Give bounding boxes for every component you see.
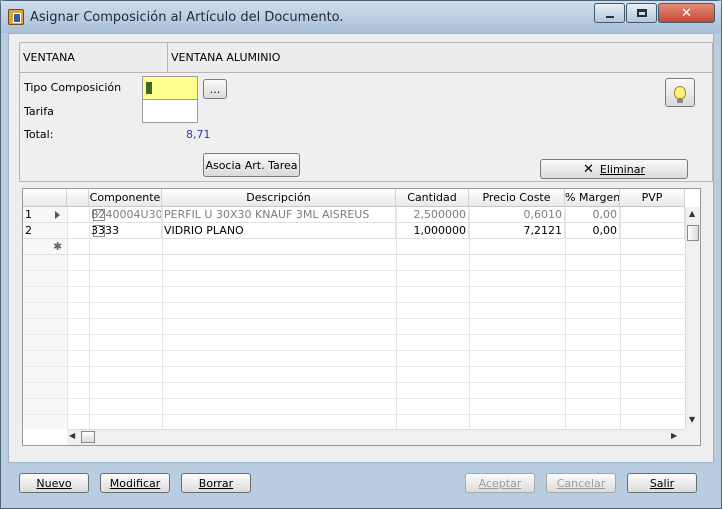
tipo-composicion-input[interactable]: [142, 76, 198, 100]
col-precio-coste[interactable]: Precio Coste: [469, 189, 565, 207]
aceptar-button[interactable]: Aceptar: [465, 473, 535, 493]
total-value: 8,71: [186, 128, 211, 141]
checkbox-header: [67, 189, 89, 207]
article-description: VENTANA ALUMINIO: [171, 51, 281, 64]
lightbulb-button[interactable]: [665, 78, 695, 107]
article-code: VENTANA: [23, 51, 75, 64]
minimize-icon: [605, 16, 614, 18]
scroll-right-icon[interactable]: ▶: [671, 431, 677, 440]
eliminar-button[interactable]: ✕ Eliminar: [540, 159, 688, 179]
tipo-composicion-browse-button[interactable]: ...: [203, 79, 227, 99]
scroll-down-icon[interactable]: ▼: [689, 415, 695, 424]
scroll-up-icon[interactable]: ▲: [689, 209, 695, 218]
text-caret: [146, 82, 152, 94]
cell-cantidad[interactable]: 2,500000: [396, 207, 469, 223]
cell-descripcion[interactable]: VIDRIO PLANO: [162, 223, 396, 239]
cell-precio-coste[interactable]: 0,6010: [469, 207, 565, 223]
scroll-left-icon[interactable]: ◀: [69, 431, 75, 440]
cell-componente[interactable]: 3333: [89, 223, 162, 239]
dialog-client-area: VENTANA VENTANA ALUMINIO Tipo Composició…: [8, 33, 714, 463]
cell-descripcion[interactable]: PERFIL U 30X30 KNAUF 3ML AISREUS: [162, 207, 396, 223]
tipo-composicion-label: Tipo Composición: [24, 81, 122, 94]
nuevo-label: Nuevo: [36, 476, 72, 490]
borrar-button[interactable]: Borrar: [181, 473, 251, 493]
composition-header-panel: VENTANA VENTANA ALUMINIO Tipo Composició…: [19, 42, 713, 182]
tarifa-input[interactable]: [142, 99, 198, 123]
title-bar[interactable]: Asignar Composición al Artículo del Docu…: [1, 1, 721, 33]
lightbulb-icon: [674, 86, 686, 103]
empty-row: [23, 255, 685, 271]
row-number-header: [23, 189, 67, 207]
empty-row: [23, 287, 685, 303]
current-row-pointer-icon: [55, 211, 60, 219]
cell-pvp[interactable]: [620, 223, 685, 239]
col-descripcion[interactable]: Descripción: [162, 189, 396, 207]
grid-body: 1 ✓ B240004U30 PERFIL U 30X30 KNAUF 3ML …: [23, 207, 685, 429]
components-grid[interactable]: Componente Descripción Cantidad Precio C…: [22, 188, 701, 446]
asocia-art-tarea-button[interactable]: Asocia Art. Tarea: [203, 153, 300, 177]
grid-header: Componente Descripción Cantidad Precio C…: [23, 189, 685, 207]
aceptar-label: Aceptar: [478, 476, 522, 490]
vertical-scrollbar[interactable]: ▲ ▼: [685, 207, 700, 429]
col-margen[interactable]: % Margen: [565, 189, 620, 207]
maximize-icon: [636, 9, 647, 17]
modificar-label: Modificar: [109, 476, 161, 490]
empty-row: [23, 271, 685, 287]
empty-row: [23, 367, 685, 383]
eliminar-label: Eliminar: [599, 162, 645, 176]
salir-button[interactable]: Salir: [627, 473, 697, 493]
cell-cantidad[interactable]: 1,000000: [396, 223, 469, 239]
cancelar-button[interactable]: Cancelar: [546, 473, 616, 493]
cell-componente[interactable]: B240004U30: [89, 207, 162, 223]
maximize-button[interactable]: [626, 3, 657, 23]
col-componente[interactable]: Componente: [89, 189, 162, 207]
window-title: Asignar Composición al Artículo del Docu…: [30, 10, 344, 25]
new-row[interactable]: ✱: [23, 239, 685, 255]
empty-row: [23, 335, 685, 351]
new-row-icon: ✱: [53, 240, 63, 253]
cell-pvp[interactable]: [620, 207, 685, 223]
empty-row: [23, 351, 685, 367]
cell-precio-coste[interactable]: 7,2121: [469, 223, 565, 239]
cell-margen[interactable]: 0,00: [565, 223, 620, 239]
borrar-label: Borrar: [198, 476, 234, 490]
nuevo-button[interactable]: Nuevo: [19, 473, 89, 493]
horizontal-scrollbar[interactable]: ◀ ▶: [67, 429, 685, 445]
vertical-scroll-thumb[interactable]: [687, 225, 699, 241]
cancelar-label: Cancelar: [556, 476, 606, 490]
salir-label: Salir: [649, 476, 675, 490]
tarifa-label: Tarifa: [24, 105, 54, 118]
document-app-icon: [8, 9, 24, 25]
col-pvp[interactable]: PVP: [620, 189, 685, 207]
article-name-row: VENTANA VENTANA ALUMINIO: [20, 43, 712, 73]
empty-row: [23, 319, 685, 335]
dialog-window: Asignar Composición al Artículo del Docu…: [0, 0, 722, 509]
empty-row: [23, 303, 685, 319]
empty-row: [23, 399, 685, 415]
cell-margen[interactable]: 0,00: [565, 207, 620, 223]
modificar-button[interactable]: Modificar: [100, 473, 170, 493]
close-icon: ✕: [681, 5, 692, 21]
row-number: 2: [25, 224, 32, 237]
scrollbar-corner: [685, 429, 700, 445]
minimize-button[interactable]: [594, 3, 625, 23]
table-row[interactable]: 2 3333 VIDRIO PLANO 1,000000 7,2121 0,00: [23, 223, 685, 239]
table-row[interactable]: 1 ✓ B240004U30 PERFIL U 30X30 KNAUF 3ML …: [23, 207, 685, 223]
empty-row: [23, 383, 685, 399]
row-number: 1: [25, 208, 32, 221]
close-button[interactable]: ✕: [658, 3, 715, 23]
horizontal-scroll-thumb[interactable]: [81, 431, 95, 443]
delete-x-icon: ✕: [583, 161, 594, 177]
col-cantidad[interactable]: Cantidad: [396, 189, 469, 207]
total-label: Total:: [24, 128, 54, 141]
